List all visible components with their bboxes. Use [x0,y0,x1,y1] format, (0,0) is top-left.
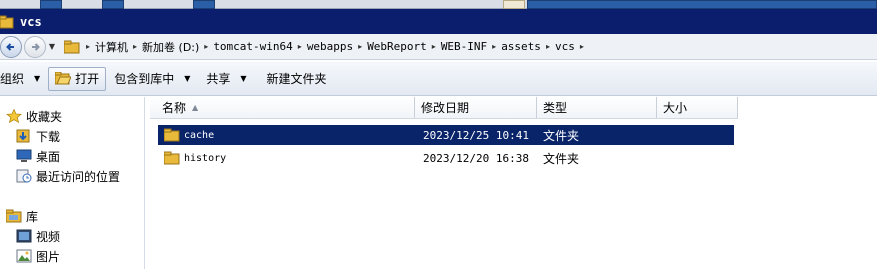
column-modified-label: 修改日期 [421,101,470,115]
table-row[interactable]: history 2023/12/20 16:38 文件夹 [158,148,734,168]
open-label: 打开 [75,72,100,86]
file-type: 文件夹 [543,151,580,166]
recent-places-icon [16,169,32,183]
window-title: vcs [20,14,42,29]
breadcrumb-vcs[interactable]: vcs [552,40,578,53]
nav-recent-places[interactable]: 最近访问的位置 [16,167,120,185]
folder-icon [164,151,180,165]
organize-button[interactable]: 组织 ▼ [0,66,48,92]
nav-videos-label: 视频 [36,229,61,244]
command-bar: 组织 ▼ 打开 包含到库中 ▼ 共享 ▼ 新建文件夹 [0,62,877,96]
navigation-pane: 收藏夹 下载 桌面 最近访问的位置 库 视频 图片 [0,97,145,269]
file-modified: 2023/12/20 16:38 [423,151,529,165]
file-modified: 2023/12/25 10:41 [423,128,529,142]
picture-icon [16,249,32,263]
table-row[interactable]: cache 2023/12/25 10:41 文件夹 [158,125,734,145]
column-header-size[interactable]: 大小 [657,97,738,119]
nav-downloads[interactable]: 下载 [16,127,60,145]
recent-pages-dropdown[interactable]: ▼ [46,42,58,51]
folder-icon [64,40,80,53]
chevron-down-icon: ▼ [34,74,41,83]
column-header-name[interactable]: 名称 ▲ [150,97,415,119]
share-button[interactable]: 共享 ▼ [198,66,254,92]
breadcrumb-webreport[interactable]: WebReport [364,40,430,53]
nav-libraries[interactable]: 库 [6,207,38,225]
library-icon [6,209,22,223]
chevron-right-icon[interactable]: ▸ [578,42,586,51]
column-type-label: 类型 [543,101,568,115]
taskbar-thumb[interactable] [102,0,124,9]
taskbar-thumb[interactable] [40,0,62,9]
column-header-type[interactable]: 类型 [537,97,657,119]
breadcrumb-tomcat[interactable]: tomcat-win64 [210,40,295,53]
title-bar[interactable]: vcs [0,9,877,34]
nav-recent-label: 最近访问的位置 [36,169,121,184]
address-bar: ▼ ▸ 计算机 ▸ 新加卷 (D:) ▸ tomcat-win64 ▸ weba… [0,34,877,60]
chevron-right-icon[interactable]: ▸ [430,42,438,51]
chevron-right-icon[interactable]: ▸ [544,42,552,51]
column-header-modified[interactable]: 修改日期 [415,97,537,119]
folder-icon [164,128,180,142]
breadcrumb-web-inf[interactable]: WEB-INF [438,40,490,53]
column-name-label: 名称 [162,101,187,115]
nav-pictures-label: 图片 [36,249,61,264]
download-icon [16,129,30,143]
back-button[interactable] [0,35,22,58]
include-in-library-button[interactable]: 包含到库中 ▼ [106,66,198,92]
file-name[interactable]: cache [184,130,214,141]
share-label: 共享 [206,72,231,86]
nav-desktop-label: 桌面 [36,149,61,164]
new-folder-button[interactable]: 新建文件夹 [259,66,335,92]
forward-button[interactable] [24,35,46,58]
column-size-label: 大小 [663,101,688,115]
file-list: 名称 ▲ 修改日期 类型 大小 cache 2023/12/25 10:41 文… [146,97,877,269]
nav-favorites-label: 收藏夹 [26,109,63,124]
chevron-right-icon[interactable]: ▸ [296,42,304,51]
chevron-right-icon[interactable]: ▸ [84,42,92,51]
taskbar-thumb[interactable] [503,0,525,9]
new-folder-label: 新建文件夹 [266,72,327,86]
breadcrumb-drive[interactable]: 新加卷 (D:) [139,39,202,55]
folder-open-icon [55,72,72,85]
nav-favorites[interactable]: 收藏夹 [6,107,62,125]
taskbar-thumbnails [0,0,877,9]
include-library-label: 包含到库中 [114,72,175,86]
breadcrumb: ▸ 计算机 ▸ 新加卷 (D:) ▸ tomcat-win64 ▸ webapp… [64,36,586,58]
nav-videos[interactable]: 视频 [16,227,60,245]
chevron-right-icon[interactable]: ▸ [202,42,210,51]
breadcrumb-assets[interactable]: assets [498,40,544,53]
chevron-down-icon: ▼ [48,42,56,51]
nav-downloads-label: 下载 [36,129,61,144]
chevron-right-icon[interactable]: ▸ [131,42,139,51]
taskbar-thumb[interactable] [527,0,877,9]
desktop-icon [16,149,32,162]
breadcrumb-computer[interactable]: 计算机 [92,39,131,55]
back-arrow-icon [6,42,14,51]
chevron-right-icon[interactable]: ▸ [356,42,364,51]
nav-pictures[interactable]: 图片 [16,247,60,265]
folder-icon [0,15,14,28]
chevron-down-icon: ▼ [184,74,191,83]
forward-arrow-icon [32,42,40,51]
taskbar-thumb[interactable] [193,0,215,9]
open-button[interactable]: 打开 [48,66,107,91]
nav-desktop[interactable]: 桌面 [16,147,60,165]
chevron-down-icon: ▼ [240,74,247,83]
nav-libraries-label: 库 [26,209,39,224]
star-icon [6,109,22,123]
chevron-right-icon[interactable]: ▸ [490,42,498,51]
sort-up-icon: ▲ [192,103,199,112]
organize-label: 组织 [0,72,25,86]
file-name[interactable]: history [184,153,226,164]
file-type: 文件夹 [543,128,580,143]
video-icon [16,229,32,243]
breadcrumb-webapps[interactable]: webapps [304,40,356,53]
